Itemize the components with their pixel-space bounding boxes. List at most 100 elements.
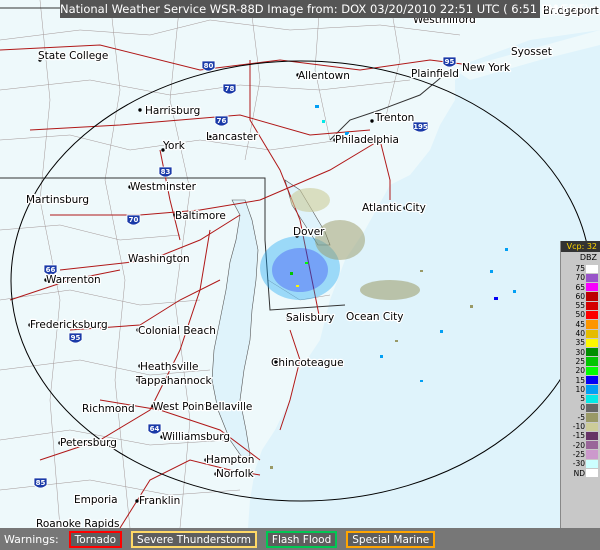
legend-swatch xyxy=(586,394,598,403)
legend-row-label: -25 xyxy=(572,449,585,459)
legend-rows: 75 70 65 60 55 50 45 40 35 30 25 20 15 10 5 0 -5 -10 -15 -2… xyxy=(561,264,600,478)
legend-row-label: -5 xyxy=(577,412,585,422)
legend-swatch xyxy=(586,338,598,348)
city-label: Hampton xyxy=(206,454,254,466)
legend-row: -20 xyxy=(561,441,600,450)
legend-swatch xyxy=(586,450,598,459)
legend-row-label: 0 xyxy=(580,403,585,413)
legend-row: 15 xyxy=(561,376,600,385)
svg-text:78: 78 xyxy=(225,85,235,93)
legend-row: -15 xyxy=(561,431,600,440)
legend-swatch xyxy=(586,469,598,478)
warning-chip-special-marine[interactable]: Special Marine xyxy=(346,530,436,548)
legend-swatch xyxy=(586,283,598,292)
city-label: Fredericksburg xyxy=(30,319,108,331)
warning-chip-tornado[interactable]: Tornado xyxy=(68,530,123,548)
city-label: Petersburg xyxy=(60,437,117,449)
city-label: West Point xyxy=(153,401,208,413)
interstate-shield: 95 xyxy=(68,332,83,344)
legend-swatch xyxy=(586,459,598,469)
legend-swatch xyxy=(586,357,598,366)
city-label: Chincoteague xyxy=(271,357,344,369)
legend-swatch xyxy=(586,376,598,385)
city-label: Washington xyxy=(128,253,190,265)
legend-swatch xyxy=(586,413,598,422)
legend-row: 5 xyxy=(561,394,600,403)
interstate-shield: 83 xyxy=(158,166,173,178)
legend-row: 75 xyxy=(561,264,600,273)
city-label: Emporia xyxy=(74,494,118,506)
legend-swatch xyxy=(586,329,598,338)
city-label: Dover xyxy=(293,226,325,238)
svg-text:95: 95 xyxy=(445,58,455,66)
legend-row: ND xyxy=(561,469,600,478)
svg-text:70: 70 xyxy=(129,216,139,224)
legend-row: 70 xyxy=(561,273,600,282)
svg-text:83: 83 xyxy=(161,168,171,176)
legend-swatch xyxy=(586,385,598,394)
legend-row-label: 5 xyxy=(580,394,585,404)
legend-row-label: 45 xyxy=(575,319,585,329)
legend-row: 30 xyxy=(561,348,600,357)
legend-swatch xyxy=(586,422,598,431)
legend-swatch xyxy=(586,320,598,329)
legend-row-label: 50 xyxy=(575,310,585,320)
svg-text:95: 95 xyxy=(71,334,81,342)
legend-row-label: -20 xyxy=(572,440,585,450)
legend-row-label: 30 xyxy=(575,347,585,357)
city-label: Heathsville xyxy=(140,361,198,373)
city-label: Warrenton xyxy=(46,274,101,286)
legend-row: 20 xyxy=(561,366,600,375)
legend-row: 25 xyxy=(561,357,600,366)
city-label: Salisbury xyxy=(286,312,334,324)
legend-swatch xyxy=(586,366,598,376)
city-label: Richmond xyxy=(82,403,135,415)
city-label: Norfolk xyxy=(216,468,255,480)
dbz-unit-label: DBZ xyxy=(579,253,597,262)
legend-row-label: ND xyxy=(573,468,585,478)
svg-text:195: 195 xyxy=(413,123,428,131)
legend-row-label: 55 xyxy=(575,301,585,311)
city-label: Westminster xyxy=(130,181,197,193)
city-label: Bellaville xyxy=(205,401,252,413)
legend-swatch xyxy=(586,273,598,283)
vcp-label: Vcp: 32 xyxy=(561,241,600,252)
city-label: Plainfield xyxy=(411,68,459,80)
legend-row: 35 xyxy=(561,338,600,347)
warning-chip-flash-flood[interactable]: Flash Flood xyxy=(265,530,338,548)
svg-text:64: 64 xyxy=(150,425,160,433)
city-label: Philadelphia xyxy=(335,134,399,146)
image-header: National Weather Service WSR-88D Image f… xyxy=(60,0,589,18)
reflectivity-legend: Vcp: 32 DBZ 75 70 65 60 55 50 45 40 35 30 25 20 15 10… xyxy=(560,241,600,542)
city-label: Williamsburg xyxy=(162,431,230,443)
city-label: Trenton xyxy=(374,112,414,124)
city-label: Lancaster xyxy=(206,131,258,143)
legend-row-label: 25 xyxy=(575,356,585,366)
legend-row-label: 75 xyxy=(575,264,585,273)
legend-row: 10 xyxy=(561,385,600,394)
legend-row-label: 35 xyxy=(575,338,585,348)
warnings-title: Warnings: xyxy=(4,532,59,546)
city-label: Tappahannock xyxy=(135,375,212,387)
legend-swatch xyxy=(586,403,598,413)
legend-swatch xyxy=(586,264,598,273)
legend-row-label: 15 xyxy=(575,375,585,385)
legend-row: -25 xyxy=(561,450,600,459)
legend-swatch xyxy=(586,441,598,450)
svg-text:85: 85 xyxy=(36,479,46,487)
city-label: Baltimore xyxy=(175,210,226,222)
legend-row-label: 20 xyxy=(575,366,585,376)
legend-row-label: -10 xyxy=(572,422,585,432)
city-label: Allentown xyxy=(298,70,350,82)
city-label: York xyxy=(162,140,186,152)
legend-swatch xyxy=(586,431,598,441)
radar-map: 80 78 76 83 70 66 95 64 85 195 95 Bridge… xyxy=(0,0,600,528)
city-label: Franklin xyxy=(139,495,180,507)
legend-row-label: 60 xyxy=(575,291,585,301)
warning-chip-severe-thunderstorm[interactable]: Severe Thunderstorm xyxy=(131,530,257,548)
city-label: Colonial Beach xyxy=(138,325,216,337)
legend-row: 65 xyxy=(561,283,600,292)
city-label: Atlantic City xyxy=(362,202,426,214)
interstate-shield: 95 xyxy=(442,56,457,68)
legend-swatch xyxy=(586,301,598,310)
